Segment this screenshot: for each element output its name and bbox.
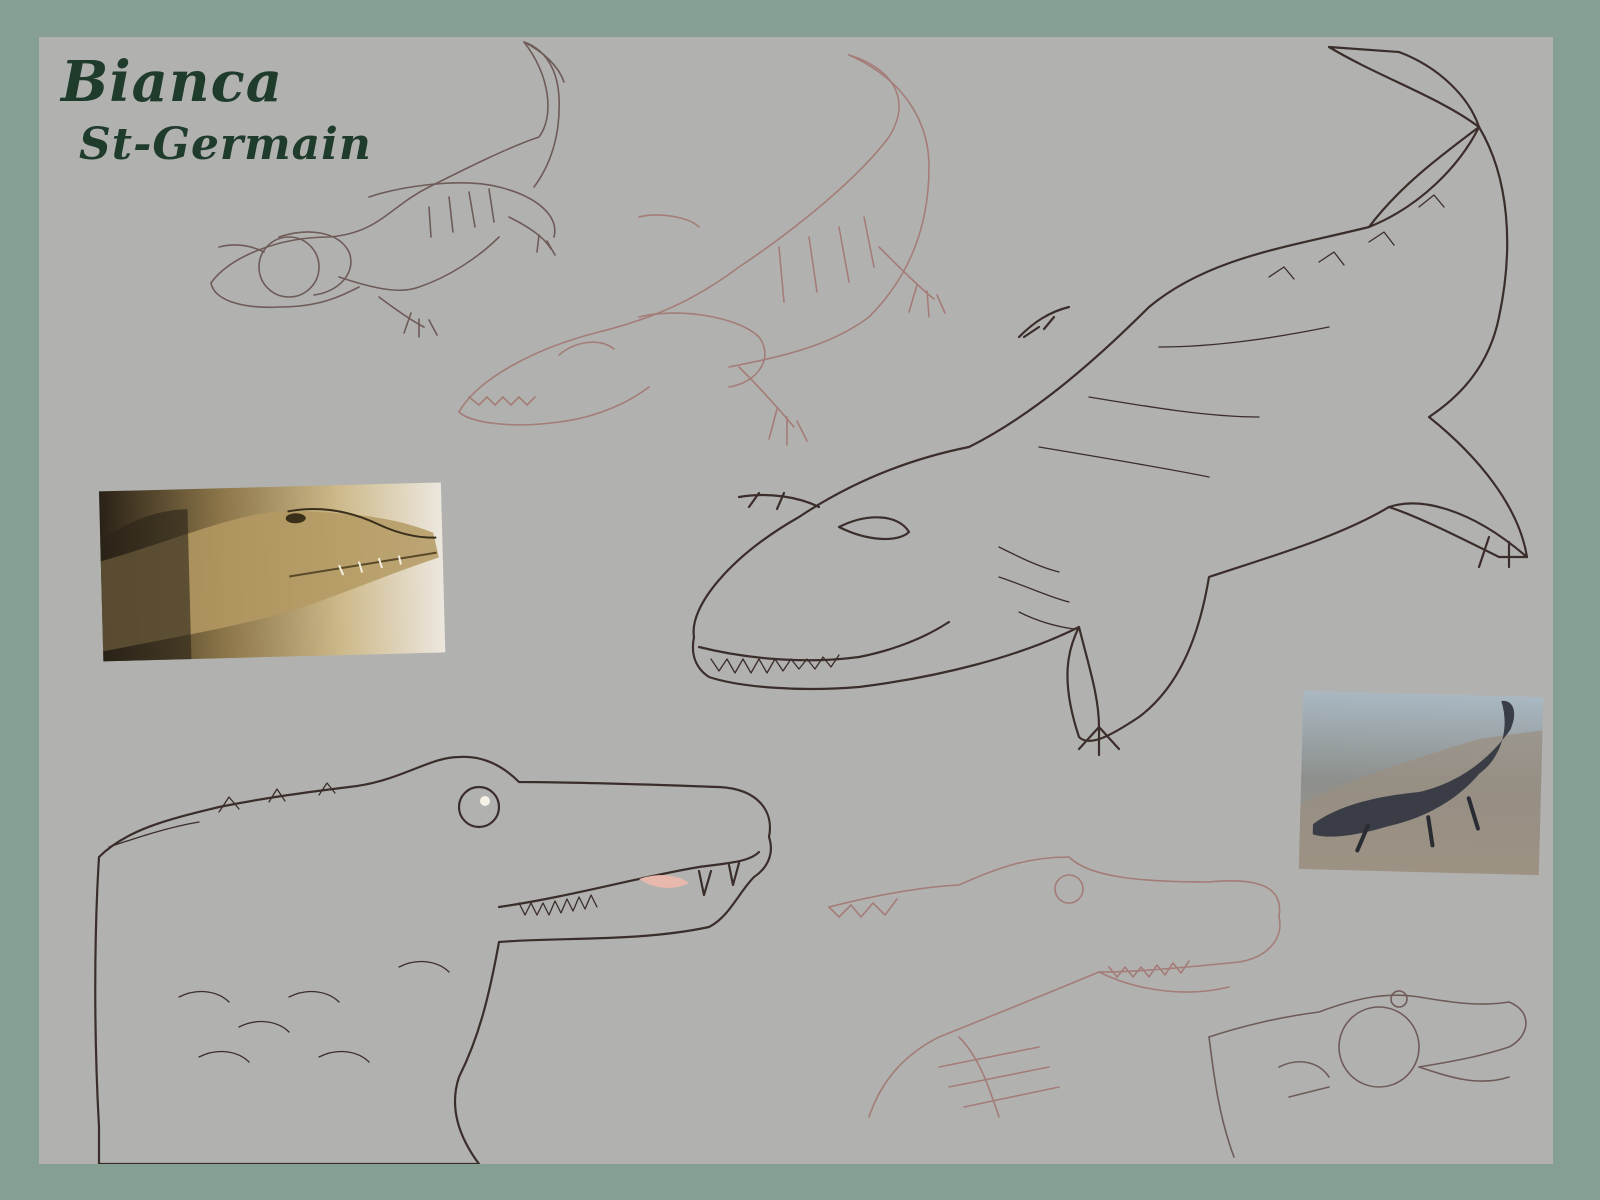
- artwork-layer: [94, 41, 1544, 1164]
- painted-full-body: [691, 45, 1529, 757]
- gesture-sketch-2: [458, 54, 946, 446]
- head-sketch-2: [1208, 990, 1527, 1158]
- painted-head-study: [94, 755, 772, 1164]
- gesture-sketch-1: [210, 41, 565, 338]
- reference-photo-1: [98, 482, 446, 662]
- reference-photo-2: [1298, 690, 1544, 876]
- head-sketch-1: [828, 856, 1281, 1118]
- outer-frame: Bianca St-Germain: [0, 0, 1600, 1200]
- art-canvas: Bianca St-Germain: [39, 37, 1553, 1164]
